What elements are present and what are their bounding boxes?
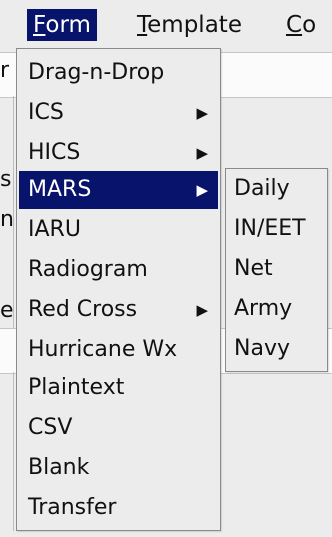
menu-item-csv[interactable]: CSV [19,409,218,447]
menu-item-blank[interactable]: Blank [19,449,218,487]
menu-item-label: Blank [28,455,90,480]
menu-item-ics[interactable]: ICS ▶ [19,94,218,132]
submenu-item-daily[interactable]: Daily [228,170,325,208]
submenu-item-in-eet[interactable]: IN/EET [228,210,325,248]
background-text-fragment: ei [0,298,14,323]
menu-item-radiogram[interactable]: Radiogram [19,251,218,289]
menu-item-label: HICS [28,140,81,165]
submenu-arrow-icon: ▶ [196,301,208,319]
menubar-co-label: o [302,12,317,38]
menu-item-red-cross[interactable]: Red Cross ▶ [19,291,218,329]
menu-item-label: Plaintext [28,375,125,400]
mars-submenu: Daily IN/EET Net Army Navy [225,168,328,372]
background-text-fragment: n [0,207,14,232]
menu-item-label: Radiogram [28,257,148,282]
submenu-arrow-icon: ▶ [196,104,208,122]
menubar-co[interactable]: Co [280,9,322,41]
submenu-arrow-icon: ▶ [196,181,208,199]
submenu-item-army[interactable]: Army [228,290,325,328]
menu-item-hics[interactable]: HICS ▶ [19,134,218,172]
menubar-form[interactable]: Form [27,9,97,41]
menu-item-label: Drag-n-Drop [28,60,165,85]
menu-item-label: MARS [28,177,92,202]
menu-item-hurricane-wx[interactable]: Hurricane Wx [19,331,218,369]
submenu-item-label: IN/EET [234,216,306,241]
background-text-fragment: r [0,58,10,83]
menu-item-transfer[interactable]: Transfer [19,489,218,527]
background-divider-lower [13,372,14,531]
background-text-fragment: s [0,167,12,192]
menu-item-mars[interactable]: MARS ▶ [19,171,218,209]
menu-item-plaintext[interactable]: Plaintext [19,369,218,407]
menu-item-label: IARU [28,217,81,242]
menu-item-label: Red Cross [28,297,138,322]
form-menu: Drag-n-Drop ICS ▶ HICS ▶ MARS ▶ IARU Rad… [16,48,221,531]
submenu-arrow-icon: ▶ [196,144,208,162]
menubar: Form Template Co [0,0,332,48]
menubar-form-label: orm [45,12,91,38]
menubar-co-mnemonic: C [286,12,303,38]
submenu-item-label: Army [234,296,293,321]
menubar-form-mnemonic: F [33,12,46,38]
menu-item-label: Transfer [28,495,117,520]
submenu-item-label: Daily [234,176,290,201]
submenu-item-navy[interactable]: Navy [228,330,325,368]
menubar-template-mnemonic: T [137,12,148,38]
menu-item-label: CSV [28,415,73,440]
menu-item-label: ICS [28,100,64,125]
menubar-template-label: emplate [147,12,242,38]
submenu-item-net[interactable]: Net [228,250,325,288]
menubar-template[interactable]: Template [131,9,248,41]
menu-item-iaru[interactable]: IARU [19,211,218,249]
menu-item-drag-n-drop[interactable]: Drag-n-Drop [19,54,218,92]
menu-item-label: Hurricane Wx [28,337,178,362]
submenu-item-label: Net [234,256,273,281]
submenu-item-label: Navy [234,336,290,361]
